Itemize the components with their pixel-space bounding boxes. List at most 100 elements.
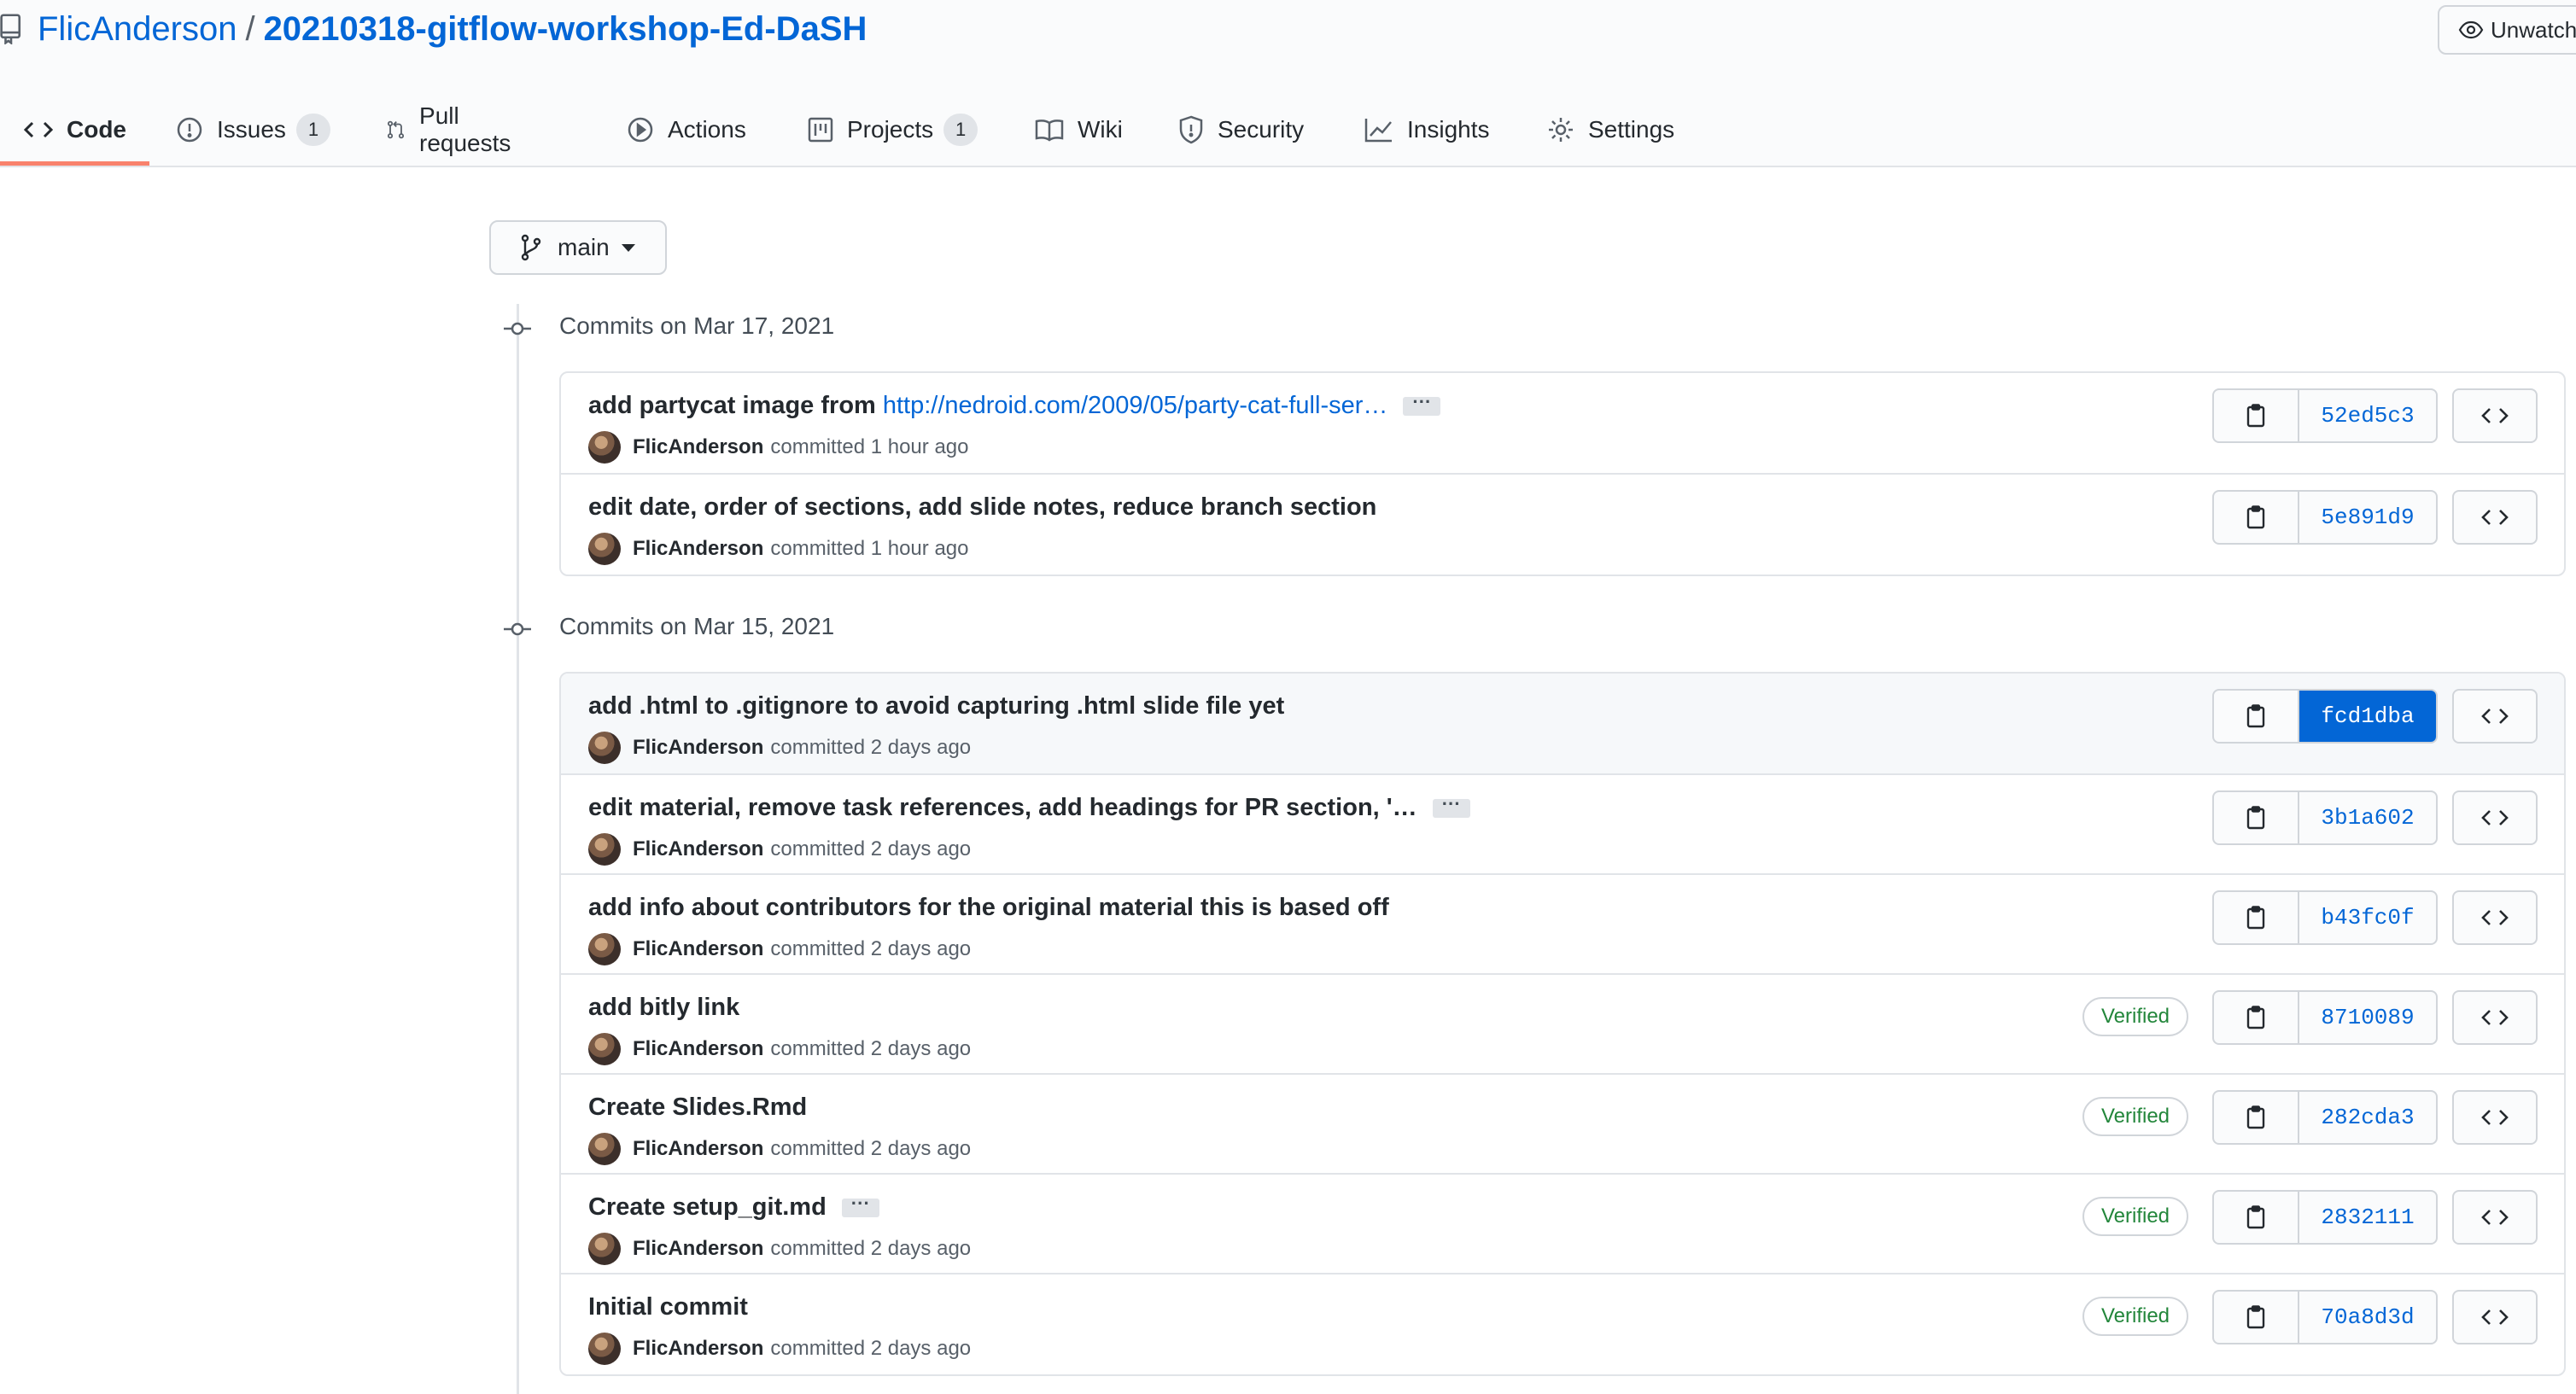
tab-security[interactable]: Security — [1178, 94, 1304, 166]
verified-badge[interactable]: Verified — [2082, 1197, 2188, 1236]
verified-badge[interactable]: Verified — [2082, 1297, 2188, 1336]
copy-sha-button[interactable] — [2214, 1092, 2299, 1143]
commit-row: Create setup_git.md ··· FlicAnderson com… — [561, 1173, 2564, 1273]
avatar[interactable] — [588, 1033, 621, 1065]
browse-repo-button[interactable] — [2452, 490, 2538, 545]
code-icon — [2481, 1210, 2509, 1225]
clipboard-icon — [2246, 505, 2265, 529]
commit-author-link[interactable]: FlicAnderson — [633, 1037, 763, 1061]
commit-message-link[interactable]: Create setup_git.md — [588, 1193, 827, 1222]
tab-projects[interactable]: Projects 1 — [808, 94, 978, 166]
commit-sha-link[interactable]: 52ed5c3 — [2299, 390, 2436, 441]
commit-message-link[interactable]: Initial commit — [588, 1293, 748, 1321]
copy-sha-button[interactable] — [2214, 892, 2299, 943]
avatar[interactable] — [588, 533, 621, 565]
commit-author-link[interactable]: FlicAnderson — [633, 937, 763, 961]
copy-sha-button[interactable] — [2214, 1292, 2299, 1343]
sha-button-group: fcd1dba — [2212, 689, 2438, 744]
commit-author-link[interactable]: FlicAnderson — [633, 1137, 763, 1161]
repo-title: FlicAnderson / 20210318-gitflow-workshop… — [0, 7, 867, 51]
tab-settings[interactable]: Settings — [1547, 94, 1674, 166]
expand-message-button[interactable]: ··· — [1403, 392, 1441, 416]
browse-repo-button[interactable] — [2452, 1090, 2538, 1145]
avatar[interactable] — [588, 1133, 621, 1165]
tab-projects-label: Projects — [847, 116, 934, 143]
avatar[interactable] — [588, 1333, 621, 1365]
repo-owner-link[interactable]: FlicAnderson — [38, 10, 237, 49]
gear-icon — [1549, 118, 1573, 142]
tab-code[interactable]: Code — [24, 94, 126, 166]
code-icon — [2481, 408, 2509, 423]
tab-insights[interactable]: Insights — [1364, 94, 1490, 166]
commit-sha-link[interactable]: 2832111 — [2299, 1192, 2436, 1243]
unwatch-button[interactable]: Unwatch — [2438, 5, 2576, 55]
repo-icon — [0, 14, 21, 44]
commit-message-link[interactable]: Create Slides.Rmd — [588, 1094, 807, 1122]
commit-sha-link[interactable]: 5e891d9 — [2299, 492, 2436, 543]
commit-author-link[interactable]: FlicAnderson — [633, 537, 763, 561]
browse-repo-button[interactable] — [2452, 890, 2538, 945]
commit-sha-link[interactable]: fcd1dba — [2299, 691, 2436, 742]
commit-url-link[interactable]: http://nedroid.com/2009/05/party-cat-ful… — [883, 392, 1388, 420]
copy-sha-button[interactable] — [2214, 691, 2299, 742]
browse-repo-button[interactable] — [2452, 1190, 2538, 1245]
commit-author-link[interactable]: FlicAnderson — [633, 837, 763, 861]
commit-author-link[interactable]: FlicAnderson — [633, 736, 763, 760]
browse-repo-button[interactable] — [2452, 689, 2538, 744]
verified-badge[interactable]: Verified — [2082, 997, 2188, 1036]
code-icon — [24, 121, 53, 138]
tab-issues[interactable]: Issues 1 — [176, 94, 330, 166]
commit-message-link[interactable]: add .html to .gitignore to avoid capturi… — [588, 692, 1284, 720]
commit-sha-link[interactable]: 3b1a602 — [2299, 792, 2436, 843]
commit-sha-link[interactable]: 8710089 — [2299, 992, 2436, 1043]
expand-message-button[interactable]: ··· — [841, 1193, 879, 1217]
commit-sha-link[interactable]: 282cda3 — [2299, 1092, 2436, 1143]
tab-wiki[interactable]: Wiki — [1035, 94, 1123, 166]
commit-message-link[interactable]: add partycat image from — [588, 392, 876, 420]
clipboard-icon — [2246, 1205, 2265, 1229]
clipboard-icon — [2246, 906, 2265, 930]
sha-button-group: 8710089 — [2212, 990, 2438, 1045]
branch-icon — [521, 234, 541, 261]
commit-sha-link[interactable]: b43fc0f — [2299, 892, 2436, 943]
commit-time: committed 2 days ago — [770, 937, 972, 960]
expand-message-button[interactable]: ··· — [1432, 794, 1470, 818]
verified-badge[interactable]: Verified — [2082, 1097, 2188, 1136]
commit-row: edit material, remove task references, a… — [561, 773, 2564, 873]
clipboard-icon — [2246, 704, 2265, 728]
code-icon — [2481, 1010, 2509, 1025]
sha-button-group: 52ed5c3 — [2212, 388, 2438, 443]
browse-repo-button[interactable] — [2452, 790, 2538, 845]
copy-sha-button[interactable] — [2214, 390, 2299, 441]
avatar[interactable] — [588, 933, 621, 965]
copy-sha-button[interactable] — [2214, 492, 2299, 543]
commit-author-link[interactable]: FlicAnderson — [633, 1237, 763, 1261]
branch-selector[interactable]: main — [489, 220, 667, 275]
commit-sha-link[interactable]: 70a8d3d — [2299, 1292, 2436, 1343]
avatar[interactable] — [588, 732, 621, 764]
tab-code-label: Code — [67, 116, 126, 143]
commit-author-link[interactable]: FlicAnderson — [633, 1337, 763, 1361]
commit-author-link[interactable]: FlicAnderson — [633, 435, 763, 459]
copy-sha-button[interactable] — [2214, 792, 2299, 843]
tab-pull-requests[interactable]: Pull requests — [386, 94, 518, 166]
repo-name-link[interactable]: 20210318-gitflow-workshop-Ed-DaSH — [264, 10, 867, 49]
commit-list: add partycat image from http://nedroid.c… — [559, 371, 2566, 576]
copy-sha-button[interactable] — [2214, 1192, 2299, 1243]
commit-message-link[interactable]: edit material, remove task references, a… — [588, 794, 1417, 822]
shield-icon — [1179, 115, 1203, 144]
avatar[interactable] — [588, 833, 621, 866]
code-icon — [2481, 510, 2509, 525]
commit-row: add .html to .gitignore to avoid capturi… — [561, 674, 2564, 773]
tab-actions[interactable]: Actions — [627, 94, 746, 166]
avatar[interactable] — [588, 1233, 621, 1265]
commit-message-link[interactable]: add bitly link — [588, 994, 739, 1022]
copy-sha-button[interactable] — [2214, 992, 2299, 1043]
browse-repo-button[interactable] — [2452, 1290, 2538, 1344]
browse-repo-button[interactable] — [2452, 990, 2538, 1045]
avatar[interactable] — [588, 431, 621, 464]
browse-repo-button[interactable] — [2452, 388, 2538, 443]
commit-message-link[interactable]: edit date, order of sections, add slide … — [588, 493, 1376, 522]
commit-message-link[interactable]: add info about contributors for the orig… — [588, 894, 1389, 922]
commit-time: committed 2 days ago — [770, 736, 972, 759]
